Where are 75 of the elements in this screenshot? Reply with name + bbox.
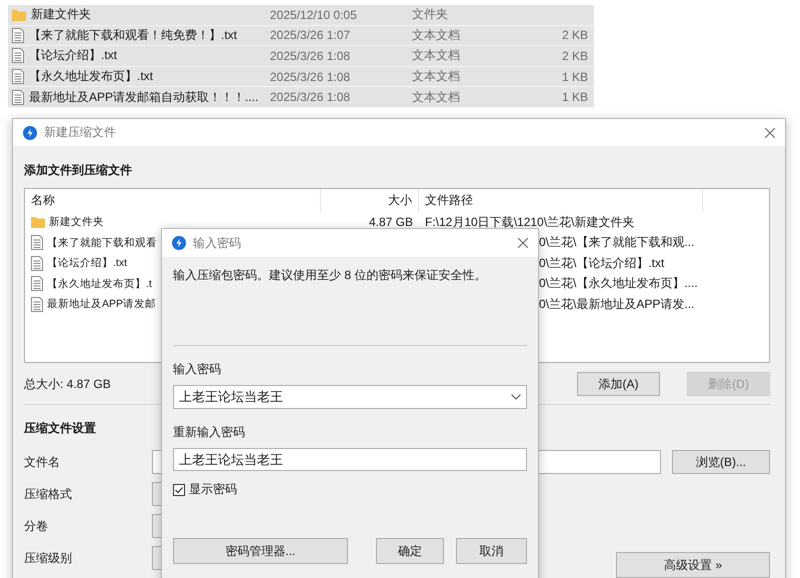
browse-button[interactable]: 浏览(B)...	[672, 450, 770, 474]
password-manager-button[interactable]: 密码管理器...	[173, 538, 348, 564]
column-header[interactable]: 名称	[25, 189, 321, 212]
advanced-settings-button[interactable]: 高级设置 »	[616, 552, 770, 578]
document-icon	[31, 276, 43, 292]
table-cell: 4.87 GB	[368, 215, 413, 230]
document-icon	[31, 235, 43, 250]
field-label: 输入密码	[173, 361, 222, 378]
close-icon[interactable]	[518, 238, 528, 248]
file-row[interactable]: 【论坛介绍】.txt 2025/3/26 1:08 文本文档 2 KB	[8, 46, 594, 67]
file-type: 文件夹	[412, 6, 449, 24]
file-type: 文本文档	[412, 47, 461, 64]
section-title: 压缩文件设置	[24, 420, 96, 437]
document-icon	[12, 90, 24, 105]
file-row[interactable]: 最新地址及APP请发邮箱自动获取！！！.... 2025/3/26 1:08 文本文档 1 KB	[8, 87, 594, 108]
file-size: 1 KB	[562, 90, 588, 104]
window-title: 新建压缩文件	[44, 124, 117, 141]
file-date: 2025/3/26 1:07	[270, 28, 352, 42]
table-cell: 【论坛介绍】.txt	[47, 256, 128, 270]
file-date: 2025/12/10 0:05	[270, 8, 358, 22]
file-row[interactable]: 【来了就能下载和观看！纯免费！】.txt 2025/3/26 1:07 文本文档 2 KB	[8, 26, 594, 46]
app-logo-icon	[172, 236, 186, 250]
table-cell: 【永久地址发布页】.t	[47, 276, 152, 291]
folder-icon	[31, 216, 45, 228]
document-icon	[31, 256, 43, 271]
setting-label: 文件名	[24, 454, 61, 470]
file-size: 2 KB	[562, 48, 588, 63]
table-cell: F:\12月10日下载\1210\兰花\新建文件夹	[425, 214, 634, 229]
document-icon	[12, 28, 24, 43]
table-cell: 0\兰花\【永久地址发布页】....	[539, 276, 698, 290]
show-password-checkbox[interactable]: 显示密码	[173, 481, 237, 498]
password-field[interactable]: 上老王论坛当老王	[173, 448, 527, 471]
total-size: 总大小: 4.87 GB	[24, 376, 111, 392]
file-name: 【论坛介绍】.txt	[29, 47, 118, 64]
setting-label: 分卷	[24, 518, 49, 534]
file-size: 2 KB	[562, 28, 588, 42]
table-cell: 新建文件夹	[49, 215, 104, 230]
table-cell: 【来了就能下载和观看	[47, 236, 157, 250]
app-logo-icon	[23, 126, 37, 140]
file-type: 文本文档	[412, 26, 461, 44]
file-row[interactable]: 【永久地址发布页】.txt 2025/3/26 1:08 文本文档 1 KB	[8, 66, 594, 88]
file-date: 2025/3/26 1:08	[270, 90, 352, 104]
dialog-title: 输入密码	[193, 234, 242, 252]
cancel-button[interactable]: 取消	[456, 538, 527, 564]
document-icon	[12, 48, 24, 64]
column-header[interactable]: 文件路径	[419, 189, 703, 212]
table-cell: 最新地址及APP请发邮	[47, 297, 156, 312]
file-date: 2025/3/26 1:08	[270, 70, 352, 84]
file-row[interactable]: 新建文件夹 2025/12/10 0:05 文件夹	[8, 5, 594, 26]
file-type: 文本文档	[412, 68, 461, 86]
column-header[interactable]: 大小	[321, 189, 419, 212]
file-date: 2025/3/26 1:08	[270, 48, 352, 63]
setting-label: 压缩级别	[24, 550, 73, 566]
action-button[interactable]: 添加(A)	[577, 372, 660, 396]
file-name: 新建文件夹	[31, 6, 91, 24]
field-label: 重新输入密码	[173, 424, 246, 441]
table-cell: 0\兰花\【论坛介绍】.txt	[539, 256, 664, 270]
password-combo[interactable]: 上老王论坛当老王	[173, 385, 527, 409]
document-icon	[12, 69, 24, 84]
folder-icon	[12, 8, 26, 21]
close-icon[interactable]	[765, 128, 775, 138]
chevron-down-icon	[511, 394, 521, 400]
file-name: 【来了就能下载和观看！纯免费！】.txt	[29, 26, 238, 44]
dialog-message: 输入压缩包密码。建议使用至少 8 位的密码来保证安全性。	[173, 267, 488, 284]
ok-button[interactable]: 确定	[376, 538, 444, 564]
setting-label: 压缩格式	[24, 486, 73, 502]
file-name: 最新地址及APP请发邮箱自动获取！！！....	[29, 88, 258, 106]
file-type: 文本文档	[412, 88, 461, 106]
document-icon	[31, 296, 43, 312]
section-title: 添加文件到压缩文件	[24, 162, 133, 179]
table-cell: 0\兰花\【来了就能下载和观...	[539, 235, 694, 250]
checkmark-icon	[174, 484, 184, 494]
file-size: 1 KB	[562, 70, 588, 84]
table-cell: 0\兰花\最新地址及APP请发...	[539, 296, 694, 311]
file-name: 【永久地址发布页】.txt	[29, 68, 154, 86]
